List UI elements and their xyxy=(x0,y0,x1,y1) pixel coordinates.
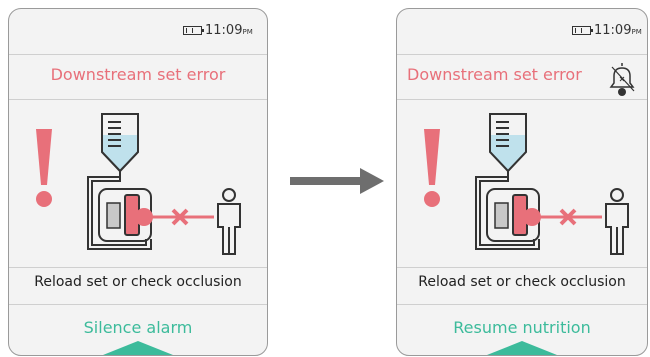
iv-bag-icon xyxy=(489,113,527,173)
muted-bell-icon[interactable] xyxy=(607,59,637,99)
error-title: Downstream set error xyxy=(50,65,226,84)
occlusion-x-icon xyxy=(523,208,602,226)
clock-ampm: PM xyxy=(631,28,642,36)
iv-bag-icon xyxy=(101,113,139,173)
silence-alarm-button[interactable]: Silence alarm xyxy=(9,318,267,337)
occlusion-illustration xyxy=(36,113,241,255)
instruction-text: Reload set or check occlusion xyxy=(34,274,242,290)
patient-icon xyxy=(217,188,241,255)
divider xyxy=(9,304,267,305)
clock-time: 11:09 xyxy=(594,23,632,38)
divider xyxy=(9,54,267,55)
battery-icon xyxy=(183,26,204,35)
instruction-text: Reload set or check occlusion xyxy=(418,274,626,290)
divider xyxy=(397,54,647,55)
clock: 11:09PM xyxy=(594,23,642,38)
divider xyxy=(397,304,647,305)
occlusion-illustration xyxy=(424,113,629,255)
divider xyxy=(397,99,647,100)
status-bar: 11:09PM xyxy=(397,9,647,54)
pump-screen-alarm: 11:09PM Downstream set error Reload set … xyxy=(8,8,268,356)
status-bar: 11:09PM xyxy=(9,9,267,54)
divider xyxy=(9,267,267,268)
action-triangle-icon[interactable] xyxy=(482,341,562,355)
transition-arrow-icon xyxy=(290,168,384,194)
exclamation-icon xyxy=(36,129,52,207)
error-title: Downstream set error xyxy=(407,65,582,84)
clock-ampm: PM xyxy=(242,28,253,36)
clock: 11:09PM xyxy=(205,23,253,38)
battery-icon xyxy=(572,26,593,35)
resume-nutrition-button[interactable]: Resume nutrition xyxy=(397,318,647,337)
pump-screen-silenced: 11:09PM Downstream set error Reload set … xyxy=(396,8,648,356)
divider xyxy=(9,99,267,100)
divider xyxy=(397,267,647,268)
exclamation-icon xyxy=(424,129,440,207)
clock-time: 11:09 xyxy=(205,23,243,38)
occlusion-x-icon xyxy=(135,208,214,226)
patient-icon xyxy=(605,188,629,255)
action-triangle-icon[interactable] xyxy=(98,341,178,355)
